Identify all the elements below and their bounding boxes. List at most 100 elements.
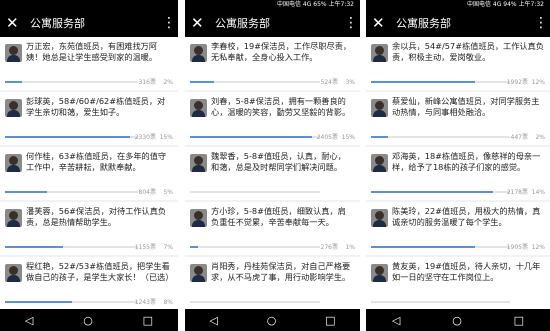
avatar <box>5 154 22 172</box>
home-icon[interactable]: ○ <box>452 314 462 327</box>
vote-progress-fill <box>371 136 389 138</box>
page-title: 公寓服务部 <box>396 17 451 30</box>
vote-percent: 8% <box>163 299 173 306</box>
vote-progress-fill <box>190 81 215 83</box>
vote-percent: 12% <box>531 244 545 251</box>
vote-progress-bar <box>371 246 510 248</box>
recents-icon[interactable]: □ <box>514 314 524 327</box>
vote-count: 276票 <box>320 244 338 251</box>
vote-progress-fill <box>5 136 130 138</box>
vote-count: 2330票 <box>134 134 156 141</box>
status-bar: 中国电信 4G 65% 上午7:32 <box>185 0 360 9</box>
candidate-description: 潘芙蓉，56#保洁员，对待工作认真负责，总是热情帮助学生。 <box>26 206 167 227</box>
vote-progress-fill <box>5 246 64 248</box>
avatar <box>190 209 207 227</box>
vote-progress-bar <box>371 301 510 303</box>
top-bar: ✕ 公寓服务部 ⋮ <box>185 9 360 37</box>
vote-progress-bar <box>190 191 320 193</box>
vote-progress-bar <box>190 301 320 303</box>
status-bar: 中国电信 4G 94% 上午7:32 <box>366 0 550 9</box>
candidate-card[interactable]: 黄友英，19#值班员，待人亲切，十几年如一日的坚守在工作岗位上。 <box>366 257 550 309</box>
home-icon[interactable]: ○ <box>83 314 93 327</box>
more-menu-icon[interactable]: ⋮ <box>344 15 358 31</box>
vote-progress-fill <box>190 246 199 248</box>
candidate-card[interactable]: 肖阳秀，丹桂苑保洁员，对自己严格要求，从不马虎了事，用行动影响学生。 <box>185 257 360 309</box>
candidate-list: 李春校，19#保洁员，工作尽职尽责，无私奉献，全身心投入工作。 524票 3% … <box>185 37 360 309</box>
avatar <box>190 264 207 282</box>
candidate-card[interactable]: 彭球英，58#/60#/62#栋值班员，对学生亲切和蔼，爱生如子。 2330票 … <box>0 92 178 145</box>
vote-progress-bar <box>371 136 510 138</box>
avatar <box>5 209 22 227</box>
avatar <box>371 264 388 282</box>
page-title: 公寓服务部 <box>30 17 85 30</box>
back-icon[interactable]: ◁ <box>392 314 400 327</box>
candidate-card[interactable]: 何作桂，63#栋值班员，在多年的值守工作中，辛苦耕耘，默默奉献。 804票 5% <box>0 147 178 200</box>
candidate-card[interactable]: 潘芙蓉，56#保洁员，对待工作认真负责，总是热情帮助学生。 1155票 7% <box>0 202 178 255</box>
avatar <box>190 99 207 117</box>
system-nav-bar: ◁ ○ □ <box>0 309 178 331</box>
vote-percent: 2% <box>535 134 545 141</box>
more-menu-icon[interactable]: ⋮ <box>162 15 176 31</box>
vote-progress-fill <box>371 246 476 248</box>
vote-count: 2178票 <box>506 189 528 196</box>
candidate-card[interactable]: 方小珍，5-8#值班员，细致认真，肩负重任不觉累，辛苦奉献每一天。 276票 1… <box>185 202 360 255</box>
back-icon[interactable]: ◁ <box>25 314 33 327</box>
vote-percent: 15% <box>159 134 173 141</box>
recents-icon[interactable]: □ <box>325 314 335 327</box>
candidate-card[interactable]: 万正宏，东苑值班员，有困难找万阿姨！她总是让学生感受到家的温暖。 316票 2% <box>0 37 178 90</box>
candidate-list: 万正宏，东苑值班员，有困难找万阿姨！她总是让学生感受到家的温暖。 316票 2%… <box>0 37 178 309</box>
candidate-description: 邓海英，18#栋值班员，像慈祥的母亲一样，给予了18栋的孩子们家的感觉。 <box>392 151 541 172</box>
candidate-description: 李春校，19#保洁员，工作尽职尽责，无私奉献，全身心投入工作。 <box>211 41 352 62</box>
vote-progress-bar <box>190 136 320 138</box>
vote-progress-bar <box>190 246 320 248</box>
candidate-card[interactable]: 程红艳，52#/53#栋值班员，把学生看做自己的孩子，是学生大家长！（已选） 1… <box>0 257 178 309</box>
candidate-description: 余以兵，54#/57#栋值班员，工作认真负责，积极主动，爱岗敬业。 <box>392 41 544 62</box>
vote-progress-bar <box>190 81 320 83</box>
vote-percent: 5% <box>163 189 173 196</box>
system-nav-bar: ◁ ○ □ <box>366 309 550 331</box>
vote-progress-fill <box>5 191 47 193</box>
candidate-card[interactable]: 蔡爱仙，新峰公寓值班员，对同学服务主动热情，与同事相处融洽。 447票 2% <box>366 92 550 145</box>
candidate-card[interactable]: 李春校，19#保洁员，工作尽职尽责，无私奉献，全身心投入工作。 524票 3% <box>185 37 360 90</box>
avatar <box>371 209 388 227</box>
candidate-card[interactable]: 邓海英，18#栋值班员，像慈祥的母亲一样，给予了18栋的孩子们家的感觉。 217… <box>366 147 550 200</box>
vote-count: 804票 <box>138 189 156 196</box>
system-nav-bar: ◁ ○ □ <box>185 309 360 331</box>
candidate-description: 魏翠香，5-8#值班员，认真，耐心，和蔼，总是及时帮同学们解决问题。 <box>211 151 346 172</box>
vote-progress-bar <box>371 81 510 83</box>
avatar <box>5 99 22 117</box>
close-icon[interactable]: ✕ <box>6 14 24 32</box>
more-menu-icon[interactable]: ⋮ <box>534 15 548 31</box>
vote-progress-fill <box>5 81 22 83</box>
candidate-description: 彭球英，58#/60#/62#栋值班员，对学生亲切和蔼，爱生如子。 <box>26 96 166 117</box>
close-icon[interactable]: ✕ <box>191 14 209 32</box>
avatar <box>371 99 388 117</box>
candidate-description: 黄友英，19#值班员，待人亲切，十几年如一日的坚守在工作岗位上。 <box>392 261 541 282</box>
vote-progress-bar <box>5 136 138 138</box>
candidate-description: 何作桂，63#栋值班员，在多年的值守工作中，辛苦耕耘，默默奉献。 <box>26 151 167 172</box>
vote-progress-bar <box>5 191 138 193</box>
phone-screen-1: ✕ 公寓服务部 ⋮ 万正宏，东苑值班员，有困难找万阿姨！她总是让学生感受到家的温… <box>0 0 178 331</box>
recents-icon[interactable]: □ <box>143 314 153 327</box>
vote-count: 316票 <box>138 79 156 86</box>
candidate-card[interactable]: 刘春，5-8#保洁员，拥有一颗善良的心，温暖的笑容，勤劳又坚毅的背影。 2405… <box>185 92 360 145</box>
home-icon[interactable]: ○ <box>267 314 277 327</box>
candidate-card[interactable]: 余以兵，54#/57#栋值班员，工作认真负责，积极主动，爱岗敬业。 1992票 … <box>366 37 550 90</box>
avatar <box>5 264 22 282</box>
close-icon[interactable]: ✕ <box>372 14 390 32</box>
back-icon[interactable]: ◁ <box>209 314 217 327</box>
candidate-description: 刘春，5-8#保洁员，拥有一颗善良的心，温暖的笑容，勤劳又坚毅的背影。 <box>211 96 351 117</box>
vote-progress-bar <box>5 81 138 83</box>
candidate-card[interactable]: 陈美玲，22#值班员，用极大的热情，真诚亲切的服务温暖了每个学生。 1905票 … <box>366 202 550 255</box>
status-bar <box>0 0 178 9</box>
vote-count: 2405票 <box>316 134 338 141</box>
candidate-description: 蔡爱仙，新峰公寓值班员，对同学服务主动热情，与同事相处融洽。 <box>392 96 540 117</box>
phone-screen-2: 中国电信 4G 65% 上午7:32 ✕ 公寓服务部 ⋮ 李春校，19#保洁员，… <box>185 0 360 331</box>
phone-screen-3: 中国电信 4G 94% 上午7:32 ✕ 公寓服务部 ⋮ 余以兵，54#/57#… <box>366 0 550 331</box>
vote-percent: 14% <box>531 189 545 196</box>
candidate-card[interactable]: 魏翠香，5-8#值班员，认真，耐心，和蔼，总是及时帮同学们解决问题。 <box>185 147 360 200</box>
candidate-description: 肖阳秀，丹桂苑保洁员，对自己严格要求，从不马虎了事，用行动影响学生。 <box>211 261 351 282</box>
vote-count: 1243票 <box>134 299 156 306</box>
vote-progress-fill <box>190 136 312 138</box>
candidate-description: 万正宏，东苑值班员，有困难找万阿姨！她总是让学生感受到家的温暖。 <box>26 41 158 62</box>
